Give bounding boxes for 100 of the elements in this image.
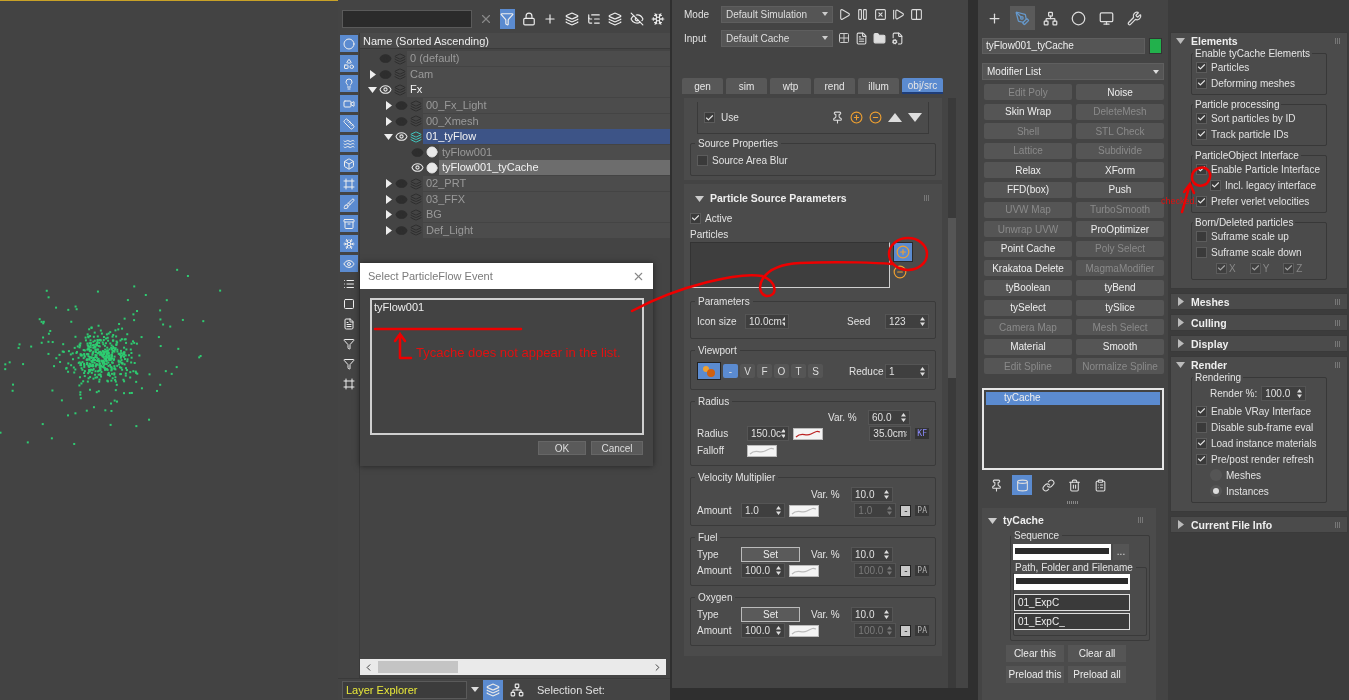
- spinner-field[interactable]: 35.0cm: [869, 426, 912, 441]
- spinner-field[interactable]: 150.0c: [747, 426, 789, 441]
- tree-item[interactable]: tyFlow001_tyCache: [439, 160, 670, 176]
- spinner-field[interactable]: 10.0: [851, 486, 893, 502]
- eye-icon[interactable]: [395, 130, 408, 144]
- dropdown-arrow-icon[interactable]: [1153, 69, 1159, 74]
- modifier-button[interactable]: Noise: [1076, 84, 1164, 100]
- explorer-dropdown[interactable]: Layer Explorer: [342, 680, 467, 699]
- tab[interactable]: rend: [814, 78, 855, 94]
- expander-icon[interactable]: [383, 179, 393, 189]
- cache-button[interactable]: Preload this: [1006, 666, 1064, 684]
- layers-icon[interactable]: [483, 679, 503, 700]
- checkbox[interactable]: [1196, 195, 1207, 207]
- modifier-button[interactable]: tyBend: [1076, 279, 1164, 296]
- spinner-field[interactable]: 1: [885, 363, 929, 379]
- list-item[interactable]: tyFlow001: [374, 301, 640, 313]
- modifier-button[interactable]: tySelect: [984, 299, 1072, 316]
- collapse-icon[interactable]: [1176, 339, 1185, 348]
- play-icon[interactable]: [838, 7, 851, 21]
- spinner-arrows-icon[interactable]: [781, 316, 785, 326]
- spinner-arrows-icon[interactable]: [776, 566, 781, 575]
- minus-button[interactable]: -: [900, 504, 912, 517]
- filename-field[interactable]: 01_ExpC_: [1014, 613, 1130, 631]
- create-icon[interactable]: [987, 10, 1002, 26]
- modifier-button[interactable]: Skin Wrap: [984, 103, 1072, 120]
- modifier-list-dropdown[interactable]: Modifier List: [982, 63, 1164, 80]
- eye-icon[interactable]: [379, 83, 392, 97]
- pa-label[interactable]: PA: [915, 505, 929, 516]
- dropdown-arrow-icon[interactable]: [471, 686, 479, 693]
- spinner-field[interactable]: 60.0: [868, 410, 910, 425]
- set-button[interactable]: Set: [741, 606, 800, 622]
- curve-icon[interactable]: [793, 427, 823, 440]
- checkbox[interactable]: [1196, 128, 1207, 140]
- particles-icon[interactable]: [697, 362, 721, 380]
- mode-dropdown[interactable]: Default Simulation: [721, 5, 833, 23]
- spinner-arrows-icon[interactable]: [884, 489, 889, 499]
- pause-icon[interactable]: [856, 7, 869, 21]
- modifier-button[interactable]: FFD(box): [984, 181, 1072, 198]
- step-icon[interactable]: [892, 7, 905, 21]
- move-up-icon[interactable]: [888, 113, 902, 122]
- pa-label[interactable]: PA: [915, 565, 929, 576]
- file-icon[interactable]: [855, 31, 868, 45]
- input-dropdown[interactable]: Default Cache: [721, 29, 833, 47]
- grid-icon[interactable]: [838, 32, 850, 44]
- curve-icon[interactable]: [789, 564, 819, 577]
- spinner-arrows-icon[interactable]: [920, 316, 925, 326]
- cancel-button[interactable]: Cancel: [591, 441, 643, 455]
- remove-icon[interactable]: [893, 265, 907, 279]
- remove-icon[interactable]: [869, 111, 882, 124]
- modifier-button[interactable]: Relax: [984, 162, 1072, 179]
- checkbox[interactable]: [1196, 246, 1207, 258]
- expander-icon[interactable]: [383, 225, 393, 235]
- browse-button[interactable]: ...: [1113, 543, 1129, 560]
- rollout-header[interactable]: Elements: [1171, 33, 1347, 48]
- spinner-arrows-icon[interactable]: [776, 626, 781, 635]
- filename-field[interactable]: 01_ExpC: [1014, 594, 1130, 612]
- expander-icon[interactable]: [383, 116, 393, 126]
- column-header[interactable]: Name (Sorted Ascending): [360, 33, 670, 49]
- modifier-button[interactable]: tySlice: [1076, 299, 1164, 316]
- modifier-button[interactable]: Smooth: [1076, 338, 1164, 355]
- checkbox[interactable]: [1196, 112, 1207, 124]
- spinner-field[interactable]: 10.0: [851, 606, 893, 622]
- checkbox[interactable]: [1196, 77, 1207, 89]
- eye-icon[interactable]: [411, 161, 424, 175]
- dropdown-arrow-icon[interactable]: [822, 36, 828, 40]
- checkbox[interactable]: [697, 155, 708, 166]
- rollout-header[interactable]: Display: [1171, 336, 1347, 351]
- collapse-icon[interactable]: [695, 193, 704, 203]
- layout-icon[interactable]: [910, 7, 923, 21]
- search-field[interactable]: [342, 10, 472, 28]
- spinner-field[interactable]: 100.0: [1261, 385, 1307, 401]
- checkbox[interactable]: [704, 112, 715, 123]
- object-name-field[interactable]: tyFlow001_tyCache: [982, 38, 1145, 54]
- checkbox[interactable]: [1196, 453, 1207, 465]
- modifier-button[interactable]: ProOptimizer: [1076, 221, 1164, 238]
- expander-icon[interactable]: [383, 210, 393, 220]
- collapse-icon[interactable]: [988, 515, 997, 525]
- spinner-field[interactable]: 100.0: [741, 563, 785, 578]
- rollout-header[interactable]: Culling: [1171, 315, 1347, 330]
- tree-item[interactable]: 01_tyFlow: [423, 129, 670, 145]
- modifier-button[interactable]: Material: [984, 338, 1072, 355]
- stop-icon[interactable]: [874, 7, 887, 21]
- display-mode-button[interactable]: O: [774, 364, 789, 378]
- add-button[interactable]: [893, 242, 913, 262]
- splitter-grip[interactable]: [1067, 500, 1079, 504]
- modifier-button[interactable]: XForm: [1076, 162, 1164, 179]
- motion-icon[interactable]: [1071, 10, 1086, 26]
- tab[interactable]: illum: [858, 78, 899, 94]
- modifier-button[interactable]: tyBoolean: [984, 279, 1072, 296]
- expander-icon[interactable]: [383, 101, 393, 111]
- filter-icon[interactable]: [499, 9, 516, 29]
- spinner-arrows-icon[interactable]: [884, 549, 889, 559]
- scrollbar-thumb[interactable]: [948, 218, 956, 378]
- keyframe-label[interactable]: KF: [915, 428, 929, 439]
- spinner-field[interactable]: 10.0: [851, 546, 893, 562]
- display-mode-button[interactable]: S: [808, 364, 823, 378]
- color-swatch[interactable]: [1149, 38, 1162, 54]
- expander-icon[interactable]: [367, 85, 377, 95]
- modifier-button[interactable]: Point Cache: [984, 240, 1072, 257]
- expander-icon[interactable]: [367, 69, 377, 79]
